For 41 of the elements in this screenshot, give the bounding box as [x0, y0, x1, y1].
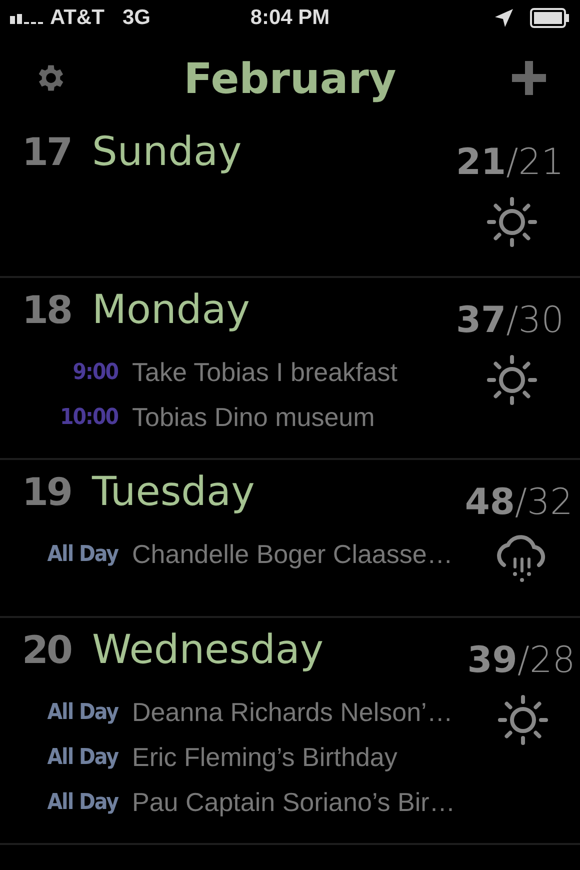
temperature: 37/30 — [456, 300, 564, 341]
signal-icon — [10, 12, 44, 24]
event-time: 10:00 — [58, 405, 118, 430]
plus-icon — [512, 61, 546, 95]
carrier-name: AT&T — [50, 6, 104, 30]
sun-icon — [496, 693, 550, 747]
event-time: All Day — [46, 790, 118, 815]
event-title: Deanna Richards Nelson’… — [132, 697, 453, 728]
day-row[interactable]: 19 Tuesday All Day Chandelle Boger Claasse… 48/32 — [0, 460, 580, 618]
day-row[interactable]: 18 Monday 9:00 Take Tobias I breakfast 10:00 Tobias Dino museum 37/30 — [0, 278, 580, 460]
temperature: 48/32 — [464, 482, 573, 523]
day-number: 20 — [22, 628, 72, 672]
weekday-name: Monday — [92, 288, 250, 332]
event-time: All Day — [46, 542, 118, 567]
day-row[interactable]: 20 Wednesday All Day Deanna Richards Nelson’… All Day Eric Fleming’s Birthday All Day Pau Captain Soriano’s Bir… 39/28 — [0, 618, 580, 845]
event-title: Tobias Dino museum — [132, 402, 375, 433]
day-number: 19 — [22, 470, 72, 514]
sun-icon — [485, 195, 539, 249]
temperature: 39/28 — [467, 640, 576, 681]
event-title: Chandelle Boger Claasse… — [132, 539, 453, 570]
battery-icon — [530, 8, 570, 28]
sun-icon — [485, 353, 539, 407]
day-number: 17 — [22, 130, 72, 174]
day-row[interactable]: 17 Sunday 21/21 — [0, 120, 580, 278]
temperature: 21/21 — [456, 142, 564, 183]
day-number: 18 — [22, 288, 72, 332]
weekday-name: Wednesday — [92, 628, 324, 672]
weekday-name: Tuesday — [92, 470, 255, 514]
month-title: February — [184, 54, 396, 102]
event-title: Pau Captain Soriano’s Bir… — [132, 787, 456, 818]
event-title: Eric Fleming’s Birthday — [132, 742, 398, 773]
status-time: 8:04 PM — [250, 6, 330, 30]
event-time: All Day — [46, 745, 118, 770]
location-arrow-icon — [494, 8, 514, 28]
rain-cloud-icon — [494, 535, 547, 585]
weekday-name: Sunday — [92, 130, 242, 174]
event-time: 9:00 — [72, 360, 118, 385]
add-button[interactable] — [512, 61, 546, 95]
event-title: Take Tobias I breakfast — [132, 357, 398, 388]
event-time: All Day — [46, 700, 118, 725]
network-type: 3G — [122, 6, 150, 30]
